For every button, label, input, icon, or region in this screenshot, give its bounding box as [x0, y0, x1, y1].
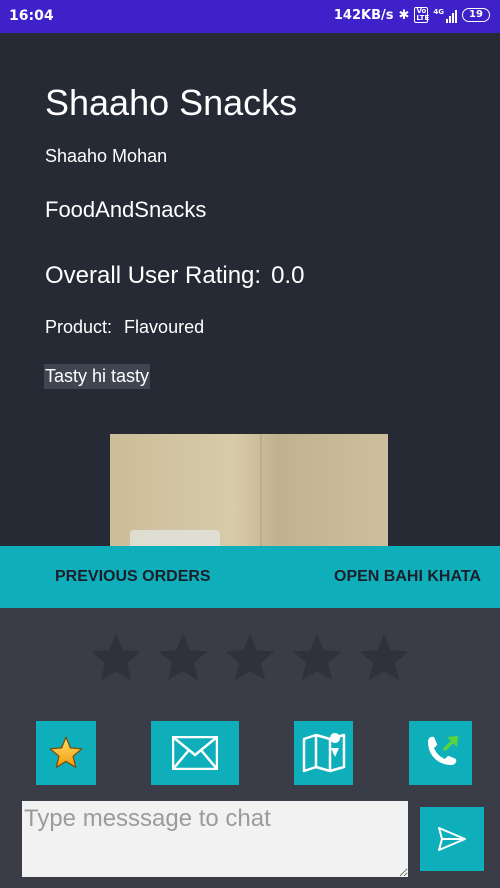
rating-star-3[interactable] [222, 630, 278, 686]
rating-value: 0.0 [271, 262, 305, 289]
rating-star-5[interactable] [356, 630, 412, 686]
status-time: 16:04 [9, 8, 54, 24]
product-value: Flavoured [124, 317, 205, 337]
call-button[interactable] [409, 721, 472, 785]
signal-icon: 4G [433, 8, 457, 23]
status-bar: 16:04 142KB/s ✱ Vo LTE 4G 19 [0, 0, 500, 33]
call-icon [427, 736, 458, 765]
rating-bar[interactable] [88, 630, 423, 686]
map-icon [302, 733, 345, 773]
battery-level: 19 [469, 9, 483, 20]
product-label: Product: [45, 317, 113, 337]
action-bar: PREVIOUS ORDERS OPEN BAHI KHATA [0, 546, 500, 608]
network-speed: 142KB/s [333, 7, 394, 23]
volte-icon: Vo LTE [414, 7, 430, 23]
map-button[interactable] [294, 721, 353, 785]
product-image [110, 434, 388, 546]
image-package [130, 530, 220, 546]
rating-star-1[interactable] [88, 630, 144, 686]
overall-rating: Overall User Rating: 0.0 [45, 262, 314, 290]
store-name: Shaaho Snacks [45, 82, 298, 123]
chat-message-input[interactable] [22, 801, 408, 877]
status-icons: 142KB/s ✱ Vo LTE 4G 19 [329, 7, 490, 23]
mail-icon [172, 736, 218, 770]
previous-orders-button[interactable]: PREVIOUS ORDERS [55, 568, 211, 586]
rating-star-2[interactable] [155, 630, 211, 686]
star-icon [49, 736, 83, 769]
image-wall-corner [260, 434, 262, 546]
battery-icon: 19 [462, 8, 490, 22]
product-line: Product: Flavoured [45, 317, 216, 338]
store-category: FoodAndSnacks [45, 197, 207, 222]
send-icon [438, 827, 466, 851]
open-bahi-khata-button[interactable]: OPEN BAHI KHATA [334, 568, 481, 586]
mail-button[interactable] [151, 721, 239, 785]
store-description: Tasty hi tasty [44, 364, 151, 389]
owner-name: Shaaho Mohan [45, 146, 168, 166]
favorite-button[interactable] [36, 721, 96, 785]
network-type: 4G [433, 7, 444, 16]
rating-star-4[interactable] [289, 630, 345, 686]
bluetooth-icon: ✱ [398, 7, 410, 23]
rating-label: Overall User Rating: [45, 262, 262, 289]
send-button[interactable] [420, 807, 484, 871]
